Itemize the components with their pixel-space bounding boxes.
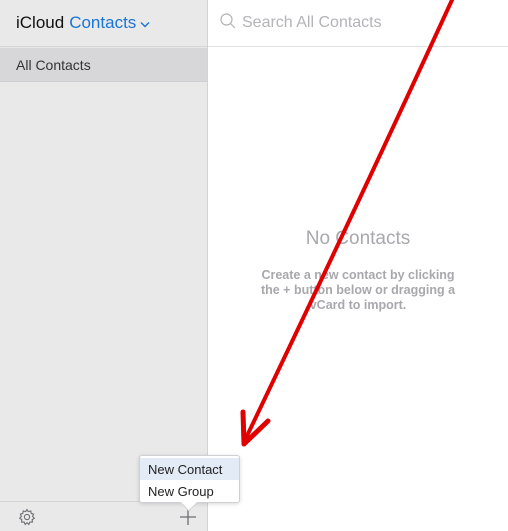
sidebar-item-label: All Contacts bbox=[16, 56, 91, 73]
sidebar: iCloud Contacts All Contacts bbox=[0, 0, 208, 531]
sidebar-header: iCloud Contacts bbox=[0, 0, 207, 47]
gear-icon[interactable] bbox=[18, 508, 36, 531]
new-contact-menu-item[interactable]: New Contact bbox=[140, 458, 239, 480]
app-name: iCloud bbox=[16, 13, 65, 32]
chevron-down-icon bbox=[140, 13, 150, 33]
sidebar-footer bbox=[0, 501, 207, 531]
search-input[interactable] bbox=[242, 14, 502, 32]
sidebar-item-all-contacts[interactable]: All Contacts bbox=[0, 48, 207, 82]
section-dropdown[interactable]: Contacts bbox=[69, 13, 150, 33]
search-icon bbox=[220, 12, 236, 34]
section-label: Contacts bbox=[69, 13, 137, 32]
add-menu-popover: New Contact New Group bbox=[139, 455, 240, 512]
main-pane: No Contacts Create a new contact by clic… bbox=[208, 0, 508, 531]
search-bar bbox=[208, 0, 508, 47]
empty-state-body: Create a new contact by clicking the + b… bbox=[260, 268, 456, 312]
empty-state: No Contacts Create a new contact by clic… bbox=[208, 228, 508, 313]
empty-state-title: No Contacts bbox=[305, 228, 411, 249]
